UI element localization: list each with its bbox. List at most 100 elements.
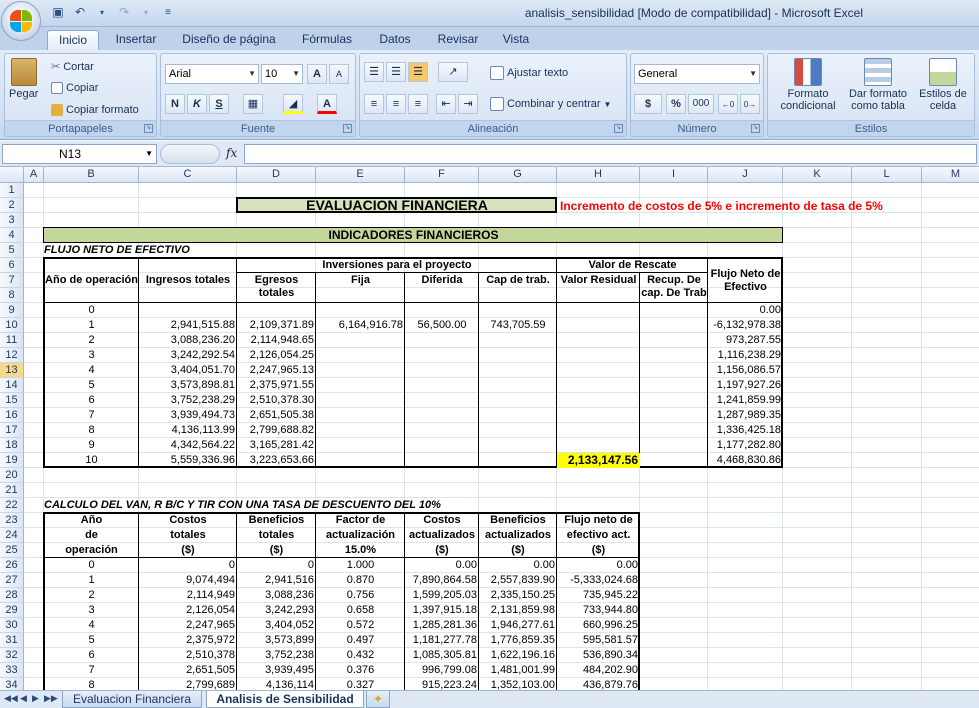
cut-button[interactable]: ✂ Cortar: [51, 60, 94, 74]
t1-year[interactable]: 10: [44, 453, 139, 468]
row-header-27[interactable]: 27: [0, 573, 24, 588]
t2-benefits-act[interactable]: 1,352,103.00: [479, 678, 557, 690]
conditional-format-button[interactable]: Formato condicional: [772, 58, 844, 112]
t1-wc[interactable]: [479, 303, 557, 318]
t1-wc[interactable]: [479, 363, 557, 378]
t1-residual[interactable]: [557, 333, 640, 348]
row-header-4[interactable]: 4: [0, 228, 24, 243]
t2-year[interactable]: 2: [44, 588, 139, 603]
column-header-h[interactable]: H: [557, 167, 640, 183]
t1-deferred[interactable]: [405, 348, 479, 363]
t1-deferred[interactable]: [405, 408, 479, 423]
column-header-k[interactable]: K: [783, 167, 852, 183]
t2-costs-act[interactable]: 996,799.08: [405, 663, 479, 678]
align-left-button[interactable]: ≡: [364, 94, 384, 114]
t2-benefits-act[interactable]: 2,557,839.90: [479, 573, 557, 588]
t2-header-benefits[interactable]: totales: [237, 528, 316, 543]
t2-costs[interactable]: 2,126,054: [139, 603, 237, 618]
t1-recovery[interactable]: [640, 333, 708, 348]
t2-costs[interactable]: 2,247,965: [139, 618, 237, 633]
t1-recovery[interactable]: [640, 348, 708, 363]
t2-header-net-act[interactable]: ($): [557, 543, 640, 558]
t2-header-benefits-act[interactable]: Beneficios: [479, 513, 557, 528]
first-sheet-icon[interactable]: ◀◀: [4, 693, 18, 704]
column-header-a[interactable]: A: [24, 167, 44, 183]
row-header-14[interactable]: 14: [0, 378, 24, 393]
font-color-button[interactable]: A: [317, 94, 337, 114]
t2-costs[interactable]: 9,074,494: [139, 573, 237, 588]
column-header-g[interactable]: G: [479, 167, 557, 183]
row-header-21[interactable]: 21: [0, 483, 24, 498]
t2-factor[interactable]: 0.658: [316, 603, 405, 618]
t1-net[interactable]: 1,156,086.57: [708, 363, 783, 378]
t2-header-benefits-act[interactable]: actualizados: [479, 528, 557, 543]
formula-bar-expander[interactable]: [160, 144, 220, 164]
t2-year[interactable]: 0: [44, 558, 139, 573]
t2-year[interactable]: 6: [44, 648, 139, 663]
t1-income[interactable]: 4,136,113.99: [139, 423, 237, 438]
decrease-decimal-button[interactable]: 0→: [740, 94, 760, 114]
t1-deferred[interactable]: [405, 393, 479, 408]
t2-benefits-act[interactable]: 2,131,859.98: [479, 603, 557, 618]
t2-net-act[interactable]: 595,581.57: [557, 633, 640, 648]
t1-expenses[interactable]: 2,247,965.13: [237, 363, 316, 378]
t1-fixed[interactable]: [316, 333, 405, 348]
row-header-19[interactable]: 19: [0, 453, 24, 468]
column-header-i[interactable]: I: [640, 167, 708, 183]
t1-income[interactable]: 3,242,292.54: [139, 348, 237, 363]
row-header-5[interactable]: 5: [0, 243, 24, 258]
row-header-31[interactable]: 31: [0, 633, 24, 648]
t2-factor[interactable]: 0.756: [316, 588, 405, 603]
font-size-combo[interactable]: 10 ▼: [261, 64, 303, 84]
row-header-17[interactable]: 17: [0, 423, 24, 438]
t1-fixed[interactable]: [316, 378, 405, 393]
t2-costs-act[interactable]: 1,181,277.78: [405, 633, 479, 648]
t1-expenses[interactable]: [237, 303, 316, 318]
increase-indent-button[interactable]: ⇥: [458, 94, 478, 114]
t1-net[interactable]: 4,468,830.86: [708, 453, 783, 468]
t1-income[interactable]: 3,939,494.73: [139, 408, 237, 423]
number-format-combo[interactable]: General ▼: [634, 64, 760, 84]
column-header-c[interactable]: C: [139, 167, 237, 183]
underline-button[interactable]: S: [209, 94, 229, 114]
row-header-26[interactable]: 26: [0, 558, 24, 573]
t2-header-net-act[interactable]: Flujo neto de: [557, 513, 640, 528]
align-top-button[interactable]: ☰: [364, 62, 384, 82]
t1-header-expenses[interactable]: Egresos totales: [237, 273, 316, 303]
t1-deferred[interactable]: [405, 438, 479, 453]
t1-expenses[interactable]: 2,375,971.55: [237, 378, 316, 393]
t1-recovery[interactable]: [640, 453, 708, 468]
select-all-corner[interactable]: [0, 167, 24, 183]
tab-diseno-pagina[interactable]: Diseño de página: [175, 30, 283, 50]
t2-costs-act[interactable]: 7,890,864.58: [405, 573, 479, 588]
wrap-text-button[interactable]: Ajustar texto: [490, 66, 568, 80]
t2-header-costs[interactable]: ($): [139, 543, 237, 558]
align-right-button[interactable]: ≡: [408, 94, 428, 114]
t2-costs-act[interactable]: 1,085,305.81: [405, 648, 479, 663]
insert-sheet-button[interactable]: ✦: [366, 691, 390, 708]
row-header-2[interactable]: 2: [0, 198, 24, 213]
t1-recovery[interactable]: [640, 408, 708, 423]
t1-year[interactable]: 0: [44, 303, 139, 318]
t1-income[interactable]: 2,941,515.88: [139, 318, 237, 333]
t1-recovery[interactable]: [640, 363, 708, 378]
clipboard-launcher-icon[interactable]: ↘: [144, 124, 153, 133]
row-header-32[interactable]: 32: [0, 648, 24, 663]
indicators-title[interactable]: INDICADORES FINANCIEROS: [44, 228, 783, 243]
font-launcher-icon[interactable]: ↘: [343, 124, 352, 133]
t1-income[interactable]: 3,573,898.81: [139, 378, 237, 393]
t1-income[interactable]: 3,404,051.70: [139, 363, 237, 378]
t2-header-costs-act[interactable]: actualizados: [405, 528, 479, 543]
t1-residual[interactable]: [557, 348, 640, 363]
row-header-18[interactable]: 18: [0, 438, 24, 453]
sheet-tab-analisis[interactable]: Analisis de Sensibilidad: [206, 691, 364, 708]
t2-factor[interactable]: 0.870: [316, 573, 405, 588]
t1-expenses[interactable]: 3,223,653.66: [237, 453, 316, 468]
shrink-font-button[interactable]: A: [329, 64, 349, 84]
t1-residual[interactable]: [557, 363, 640, 378]
t1-deferred[interactable]: [405, 423, 479, 438]
t2-header-factor[interactable]: actualización: [316, 528, 405, 543]
t1-residual[interactable]: [557, 438, 640, 453]
t2-factor[interactable]: 1.000: [316, 558, 405, 573]
t1-fixed[interactable]: [316, 363, 405, 378]
